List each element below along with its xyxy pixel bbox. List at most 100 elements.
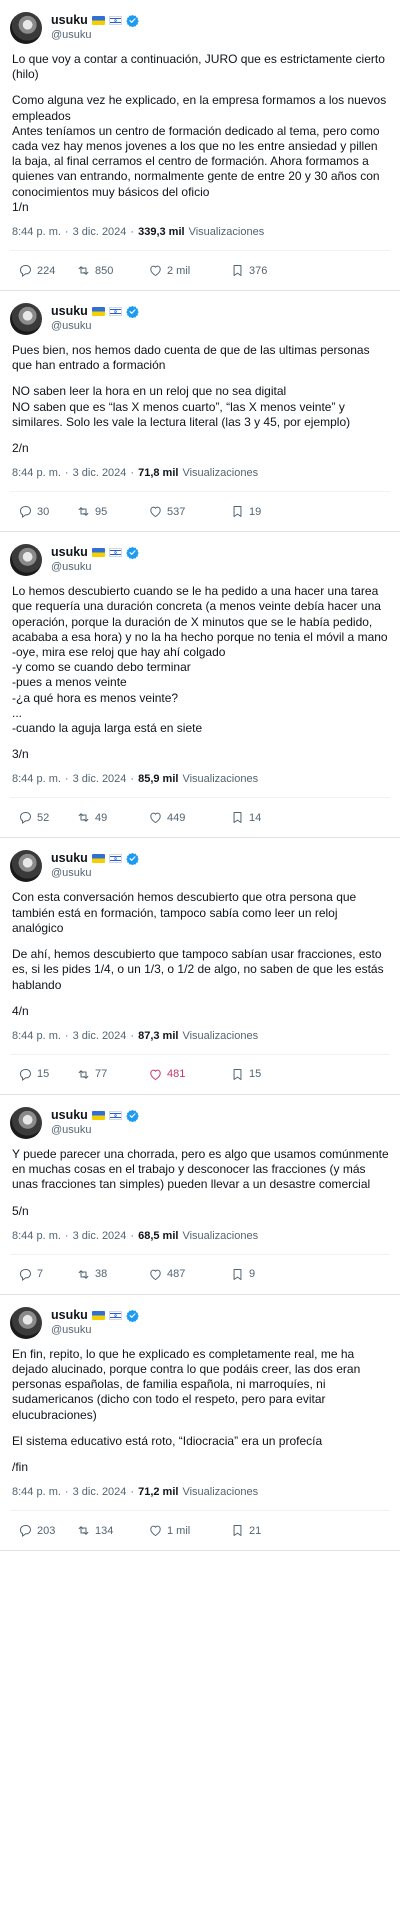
reply-button[interactable]: 15 [18,1067,76,1082]
tweet-6[interactable]: usuku ✡ @usuku En fin, repito, lo que he… [0,1295,400,1552]
like-button[interactable]: 1 mil [148,1523,230,1538]
bookmark-button[interactable]: 376 [230,263,320,278]
action-bar: 203 134 1 mil 21 [10,1511,390,1550]
reply-button[interactable]: 52 [18,810,76,825]
avatar[interactable] [10,12,42,44]
avatar[interactable] [10,303,42,336]
tweet-3[interactable]: usuku ✡ @usuku Lo hemos descubierto cuan… [0,532,400,839]
reply-button[interactable]: 30 [18,504,76,519]
israel-flag-icon: ✡ [108,1110,122,1120]
tweet-time[interactable]: 8:44 p. m. [12,467,61,479]
retweet-button[interactable]: 850 [76,263,148,278]
handle[interactable]: @usuku [51,319,139,334]
separator-dot: · [130,467,135,480]
separator-dot: · [130,1229,135,1242]
author-block: usuku ✡ @usuku [51,1108,139,1138]
bookmark-button[interactable]: 19 [230,504,320,519]
tweet-time[interactable]: 8:44 p. m. [12,1230,61,1242]
israel-flag-icon: ✡ [108,307,122,317]
action-bar: 30 95 537 19 [10,492,390,531]
retweet-button[interactable]: 134 [76,1523,148,1538]
display-name[interactable]: usuku [51,304,88,319]
tweet-date[interactable]: 3 dic. 2024 [73,467,127,479]
tweet-date[interactable]: 3 dic. 2024 [73,1030,127,1042]
action-bar: 52 49 449 14 [10,798,390,837]
tweet-date[interactable]: 3 dic. 2024 [73,1486,127,1498]
handle[interactable]: @usuku [51,1123,139,1138]
tweet-date[interactable]: 3 dic. 2024 [73,773,127,785]
handle[interactable]: @usuku [51,560,139,575]
tweet-time[interactable]: 8:44 p. m. [12,226,61,238]
avatar[interactable] [10,1306,42,1339]
display-name-line[interactable]: usuku ✡ [51,1308,139,1323]
retweet-button[interactable]: 49 [76,810,148,825]
tweet-time[interactable]: 8:44 p. m. [12,1030,61,1042]
like-button[interactable]: 481 [148,1067,230,1082]
reply-icon [19,1525,32,1538]
display-name[interactable]: usuku [51,851,88,866]
tweet-date[interactable]: 3 dic. 2024 [73,1230,127,1242]
verified-badge-icon [126,1309,139,1322]
reply-icon [19,506,32,519]
tweet-paragraph: Como alguna vez he explicado, en la empr… [12,93,387,214]
reply-button[interactable]: 7 [18,1267,76,1282]
retweet-button[interactable]: 77 [76,1067,148,1082]
thread-feed: usuku ✡ @usuku Lo que voy a contar a con… [0,0,400,1552]
like-button[interactable]: 487 [148,1267,230,1282]
tweet-time[interactable]: 8:44 p. m. [12,773,61,785]
display-name[interactable]: usuku [51,545,88,560]
reply-button[interactable]: 224 [18,263,76,278]
tweet-meta: 8:44 p. m. · 3 dic. 2024 · 339,3 mil Vis… [10,226,390,238]
like-button[interactable]: 449 [148,810,230,825]
reply-count: 30 [37,505,50,518]
tweet-time[interactable]: 8:44 p. m. [12,1486,61,1498]
display-name-line[interactable]: usuku ✡ [51,851,139,866]
heart-icon [150,813,161,824]
display-name[interactable]: usuku [51,13,88,28]
handle[interactable]: @usuku [51,1323,139,1338]
avatar[interactable] [10,1106,42,1139]
reply-button[interactable]: 203 [18,1523,76,1538]
tweet-paragraph: 4/n [12,1003,29,1018]
tweet-text: Y puede parecer una chorrada, pero es al… [10,1147,390,1219]
retweet-icon [78,507,89,516]
retweet-icon [78,813,89,823]
reply-count: 15 [37,1068,50,1081]
retweet-button[interactable]: 95 [76,504,148,519]
tweet-date[interactable]: 3 dic. 2024 [73,226,127,238]
display-name-line[interactable]: usuku ✡ [51,13,139,28]
handle[interactable]: @usuku [51,28,139,43]
tweet-4[interactable]: usuku ✡ @usuku Con esta conversación hem… [0,838,400,1095]
like-count: 481 [167,1068,186,1081]
like-button[interactable]: 2 mil [148,263,230,278]
tweet-5[interactable]: usuku ✡ @usuku Y puede parecer una chorr… [0,1095,400,1295]
verified-badge-icon [126,1109,139,1122]
bookmark-button[interactable]: 9 [230,1267,320,1282]
display-name[interactable]: usuku [51,1308,88,1323]
tweet-2[interactable]: usuku ✡ @usuku Pues bien, nos hemos dado… [0,291,400,533]
separator-dot: · [130,1486,135,1499]
avatar[interactable] [10,544,42,577]
tweet-paragraph: De ahí, hemos descubierto que tampoco sa… [12,947,384,992]
reply-count: 203 [37,1524,56,1537]
handle[interactable]: @usuku [51,866,139,881]
separator-dot: · [130,1029,135,1042]
bookmark-button[interactable]: 14 [230,810,320,825]
avatar[interactable] [10,850,42,883]
tweet-1[interactable]: usuku ✡ @usuku Lo que voy a contar a con… [0,0,400,292]
reply-count: 7 [37,1268,44,1281]
ukraine-flag-icon [91,548,105,558]
heart-icon [150,1269,161,1280]
retweet-count: 95 [95,505,108,518]
bookmark-count: 9 [249,1268,256,1281]
retweet-button[interactable]: 38 [76,1267,148,1282]
display-name-line[interactable]: usuku ✡ [51,304,139,319]
display-name-line[interactable]: usuku ✡ [51,545,139,560]
separator-dot: · [64,1486,69,1499]
bookmark-button[interactable]: 15 [230,1067,320,1082]
display-name-line[interactable]: usuku ✡ [51,1108,139,1123]
tweet-text: Con esta conversación hemos descubierto … [10,890,390,1018]
like-button[interactable]: 537 [148,504,230,519]
bookmark-button[interactable]: 21 [230,1523,320,1538]
display-name[interactable]: usuku [51,1108,88,1123]
